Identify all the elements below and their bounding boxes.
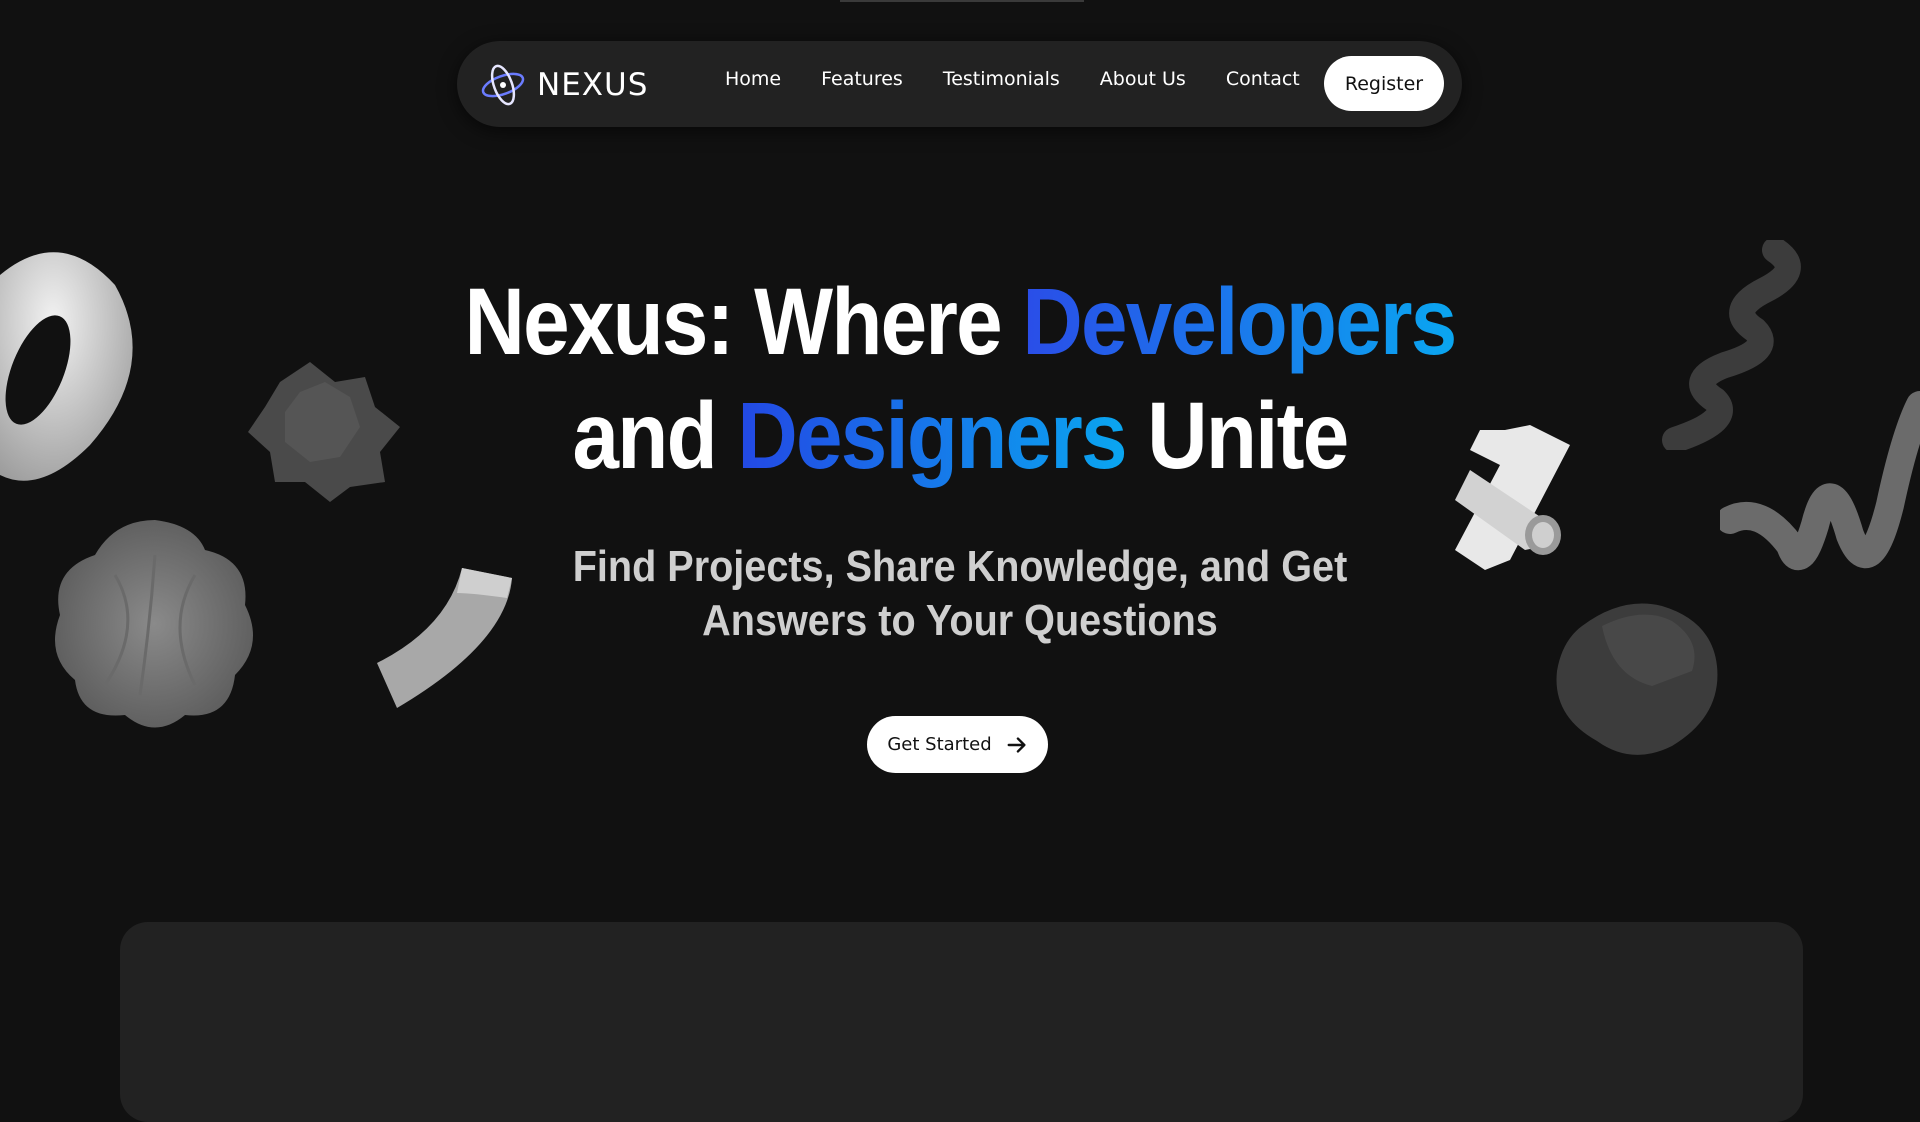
brand-logo[interactable]: NEXUS bbox=[479, 61, 648, 109]
nav-link-contact[interactable]: Contact bbox=[1226, 68, 1300, 90]
arrow-right-icon bbox=[1007, 736, 1026, 753]
get-started-button[interactable]: Get Started bbox=[867, 716, 1048, 773]
hero-subtitle-line: Find Projects, Share Knowledge, and Get bbox=[572, 542, 1348, 591]
hero-title-text: Unite bbox=[1125, 383, 1349, 489]
hero-title-highlight-designers: Designers bbox=[737, 383, 1127, 489]
brand-name: NEXUS bbox=[537, 67, 649, 103]
top-navbar: NEXUS Home Features Testimonials About U… bbox=[457, 41, 1462, 127]
nav-link-home[interactable]: Home bbox=[725, 68, 781, 90]
nav-link-features[interactable]: Features bbox=[821, 68, 903, 90]
top-edge-line bbox=[840, 0, 1084, 2]
register-button[interactable]: Register bbox=[1324, 56, 1444, 111]
hero-subtitle-line: Answers to Your Questions bbox=[702, 596, 1218, 645]
hero-title-text: and bbox=[572, 383, 738, 489]
atom-orbit-icon bbox=[481, 64, 525, 106]
hero-title: Nexus: Where Developers and Designers Un… bbox=[115, 265, 1805, 493]
get-started-label: Get Started bbox=[887, 734, 992, 755]
hero-subtitle: Find Projects, Share Knowledge, and Get … bbox=[96, 540, 1824, 648]
hero-title-text: Nexus: Where bbox=[464, 269, 1023, 375]
content-panel bbox=[120, 922, 1803, 1122]
nav-link-testimonials[interactable]: Testimonials bbox=[943, 68, 1060, 90]
hero-title-highlight-developers: Developers bbox=[1022, 269, 1457, 375]
nav-links: Home Features Testimonials About Us Cont… bbox=[725, 68, 1300, 90]
nav-link-about-us[interactable]: About Us bbox=[1100, 68, 1186, 90]
